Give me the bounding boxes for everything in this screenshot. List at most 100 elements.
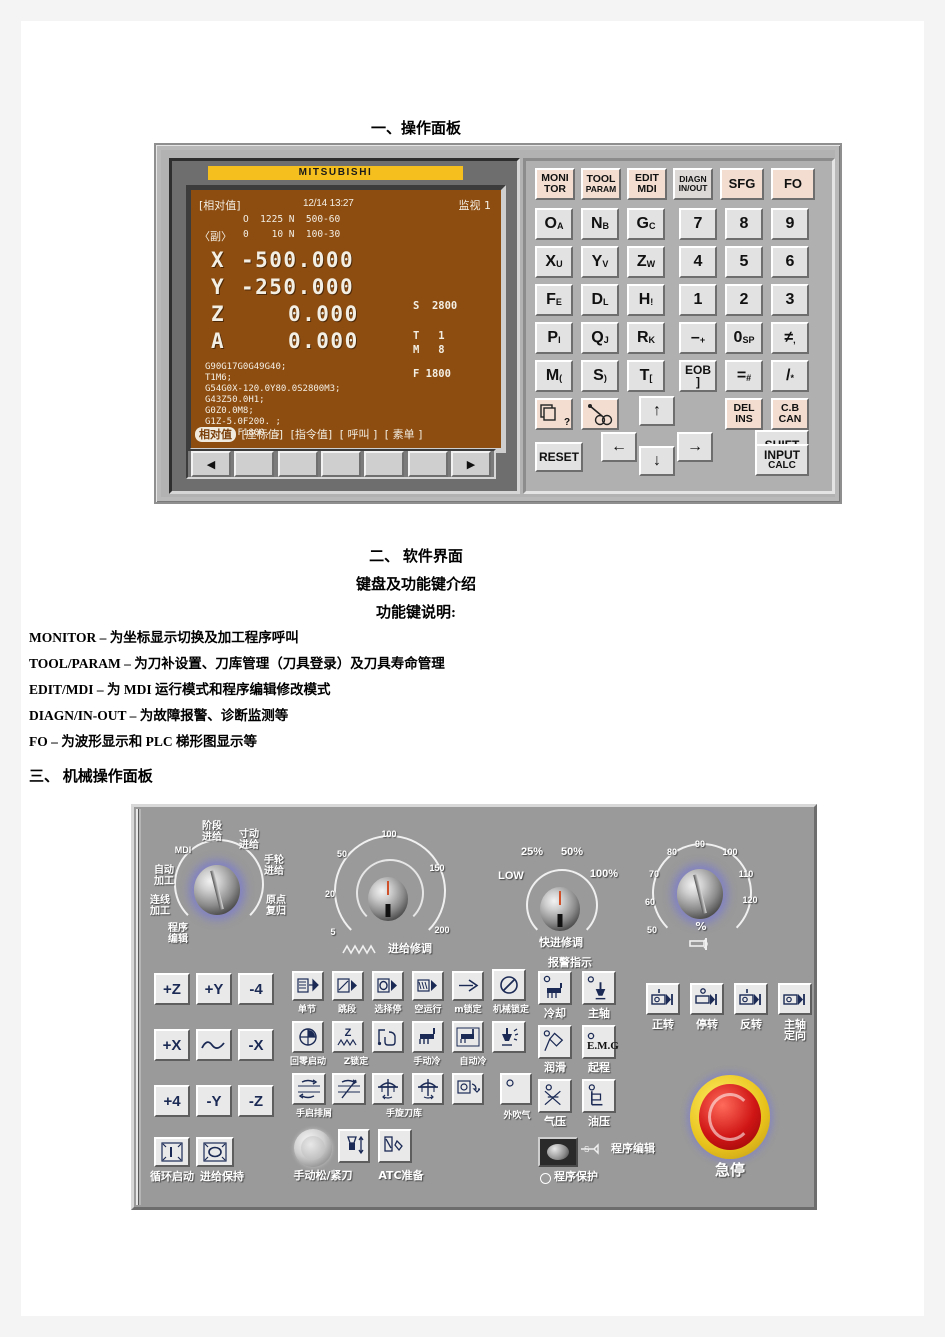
key-1[interactable]: 1 xyxy=(679,284,717,316)
arrow-up-key[interactable]: ↑ xyxy=(639,396,675,426)
jog-plus-y-button[interactable]: +Y xyxy=(196,973,232,1005)
key-d-l[interactable]: DL xyxy=(581,284,619,316)
key-s-paren[interactable]: S) xyxy=(581,360,619,392)
fo-key[interactable]: FO xyxy=(771,168,815,200)
key-z-w[interactable]: ZW xyxy=(627,246,665,278)
key-g-c[interactable]: GC xyxy=(627,208,665,240)
jog-minus-z-button[interactable]: -Z xyxy=(238,1085,274,1117)
key-t-bracket[interactable]: T[ xyxy=(627,360,665,392)
key-f-e[interactable]: FE xyxy=(535,284,573,316)
key-0-sp[interactable]: 0 SP xyxy=(725,322,763,354)
input-calc-key[interactable]: INPUT CALC xyxy=(755,444,809,476)
jog-rapid-button[interactable] xyxy=(196,1029,232,1061)
optional-stop-button[interactable] xyxy=(372,971,404,1001)
zero-return-button[interactable] xyxy=(292,1021,324,1053)
cb-can-key[interactable]: C.B CAN xyxy=(771,398,809,430)
spindle-override-knob[interactable] xyxy=(677,869,723,919)
softkey-1[interactable] xyxy=(234,451,275,477)
spindle-cw-button[interactable] xyxy=(646,983,680,1015)
manual-hand-button[interactable] xyxy=(372,1021,404,1053)
key-n-b[interactable]: NB xyxy=(581,208,619,240)
jog-plus-z-button[interactable]: +Z xyxy=(154,973,190,1005)
rapid-override-knob[interactable] xyxy=(540,887,580,931)
atc-ready-button[interactable] xyxy=(378,1129,412,1163)
emg-lamp-button[interactable]: E.M.G xyxy=(582,1025,619,1059)
tool-param-key[interactable]: TOOL PARAM xyxy=(581,168,621,200)
feed-override-knob[interactable] xyxy=(368,877,408,921)
spindle-orient-button[interactable] xyxy=(778,983,812,1015)
softkey-2[interactable] xyxy=(277,451,318,477)
lubrication-lamp-button[interactable] xyxy=(538,1025,572,1059)
spindle-stop-button[interactable] xyxy=(690,983,724,1015)
arrow-right-key[interactable]: → xyxy=(677,432,713,462)
cycle-start-button[interactable] xyxy=(154,1137,190,1167)
key-eob[interactable]: EOB ] xyxy=(679,360,717,392)
copy-question-key[interactable]: ? xyxy=(535,398,573,430)
key-minus-plus[interactable]: – + xyxy=(679,322,717,354)
manual-coolant-button[interactable] xyxy=(412,1021,444,1053)
z-lock-button[interactable]: Z xyxy=(332,1021,364,1053)
key-7[interactable]: 7 xyxy=(679,208,717,240)
key-m-paren[interactable]: M( xyxy=(535,360,573,392)
key-2[interactable]: 2 xyxy=(725,284,763,316)
softkey-next[interactable]: ▶ xyxy=(450,451,491,477)
edit-mdi-key[interactable]: EDIT MDI xyxy=(627,168,667,200)
spindle-lamp-button[interactable] xyxy=(582,971,616,1005)
block-skip-button[interactable] xyxy=(332,971,364,1001)
sfg-key[interactable]: SFG xyxy=(720,168,764,200)
screen-tab-call[interactable]: [ 呼叫 ] xyxy=(338,428,380,441)
key-6[interactable]: 6 xyxy=(771,246,809,278)
softkey-prev[interactable]: ◀ xyxy=(191,451,231,477)
coolant-lamp-button[interactable] xyxy=(538,971,572,1005)
air-blow-out-button[interactable] xyxy=(500,1073,532,1105)
key-x-u[interactable]: XU xyxy=(535,246,573,278)
link-key[interactable] xyxy=(581,398,619,430)
magazine-ccw-button[interactable] xyxy=(412,1073,444,1105)
chip-conveyor-rev-button[interactable] xyxy=(332,1073,366,1105)
key-equals-hash[interactable]: = # xyxy=(725,360,763,392)
softkey-4[interactable] xyxy=(364,451,405,477)
reset-key[interactable]: RESET xyxy=(535,442,583,472)
diagn-inout-key[interactable]: DIAGN IN/OUT xyxy=(673,168,713,200)
machine-lock-button[interactable] xyxy=(492,969,526,1001)
magazine-cw-button[interactable] xyxy=(372,1073,404,1105)
emergency-stop-button[interactable] xyxy=(690,1075,770,1159)
key-neq-comma[interactable]: ≠, xyxy=(771,322,809,354)
mode-selector-knob[interactable] xyxy=(194,865,240,915)
screen-tab-relative[interactable]: 相对值 xyxy=(195,427,236,442)
jog-plus-x-button[interactable]: +X xyxy=(154,1029,190,1061)
air-pressure-lamp-button[interactable] xyxy=(538,1079,572,1113)
spindle-ccw-button[interactable] xyxy=(734,983,768,1015)
oil-pressure-lamp-button[interactable] xyxy=(582,1079,616,1113)
key-8[interactable]: 8 xyxy=(725,208,763,240)
feed-hold-button[interactable] xyxy=(196,1137,234,1167)
key-o-a[interactable]: OA xyxy=(535,208,573,240)
key-4[interactable]: 4 xyxy=(679,246,717,278)
key-3[interactable]: 3 xyxy=(771,284,809,316)
arrow-left-key[interactable]: ← xyxy=(601,432,637,462)
jog-plus-4-button[interactable]: +4 xyxy=(154,1085,190,1117)
softkey-3[interactable] xyxy=(320,451,361,477)
jog-minus-4-button[interactable]: -4 xyxy=(238,973,274,1005)
auto-coolant-button[interactable] xyxy=(452,1021,484,1053)
softkey-5[interactable] xyxy=(407,451,448,477)
del-ins-key[interactable]: DEL INS xyxy=(725,398,763,430)
screen-tab-coordinate[interactable]: [座标值] xyxy=(240,428,286,441)
screen-tab-command[interactable]: [指令值] xyxy=(289,428,335,441)
jog-minus-y-button[interactable]: -Y xyxy=(196,1085,232,1117)
key-q-j[interactable]: QJ xyxy=(581,322,619,354)
key-h-excl[interactable]: H! xyxy=(627,284,665,316)
tool-unclamp-button[interactable] xyxy=(338,1129,370,1163)
tool-clamp-knob[interactable] xyxy=(294,1129,332,1167)
key-9[interactable]: 9 xyxy=(771,208,809,240)
screen-tab-menu[interactable]: [ 素单 ] xyxy=(383,428,425,441)
m-lock-button[interactable] xyxy=(452,971,484,1001)
monitor-key[interactable]: MONI TOR xyxy=(535,168,575,200)
tool-change-button[interactable] xyxy=(452,1073,484,1105)
dry-run-button[interactable] xyxy=(412,971,444,1001)
program-edit-keyswitch[interactable] xyxy=(538,1137,578,1167)
key-p-i[interactable]: PI xyxy=(535,322,573,354)
key-y-v[interactable]: YV xyxy=(581,246,619,278)
chip-conveyor-fwd-button[interactable] xyxy=(292,1073,326,1105)
key-r-k[interactable]: RK xyxy=(627,322,665,354)
